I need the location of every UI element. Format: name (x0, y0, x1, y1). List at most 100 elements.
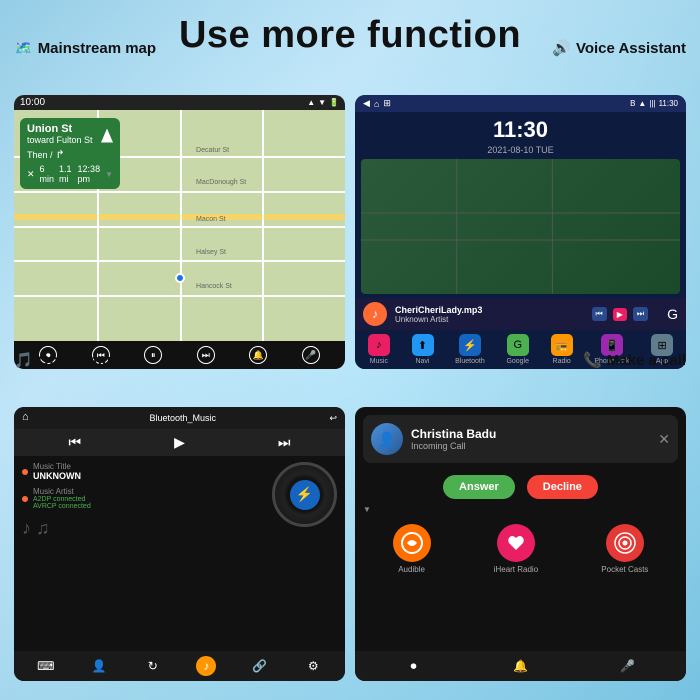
music-back-icon[interactable]: ↩ (329, 413, 337, 424)
call-collapse-bar: ▼ (355, 503, 686, 516)
map-pin (175, 273, 185, 283)
street-label-2: MacDonough St (196, 179, 246, 186)
voice-status-icons: B ▲ ||| 11:30 (630, 99, 678, 108)
nav-arrive: 12:38 pm (78, 164, 101, 184)
music-title-label: Music Title (33, 462, 81, 471)
mini-map-bg (361, 159, 680, 294)
next-track-btn[interactable]: ⏭ (278, 434, 291, 451)
next-btn[interactable]: ⏭ (197, 346, 215, 364)
music-artist-row: Music Artist A2DP connected AVRCP connec… (22, 487, 264, 510)
music-playback-controls: ⏮ ▶ ⏭ (14, 429, 345, 456)
pocket-casts-icon (606, 524, 644, 562)
pocket-casts-app[interactable]: Pocket Casts (601, 524, 648, 574)
nav-chevron[interactable]: ▼ (105, 170, 113, 179)
music-active-icon[interactable]: ♪ (196, 656, 216, 676)
radio-app-icon: 📻 (551, 334, 573, 356)
nav-time-value: 6 min (40, 164, 55, 184)
music-bottom-icons: ⌨ 👤 ↻ ♪ 🔗 ⚙ (14, 651, 345, 681)
signal-icon: ▲ (307, 98, 315, 107)
settings-icon[interactable]: ⚙ (303, 656, 323, 676)
iheart-app[interactable]: iHeart Radio (494, 524, 538, 574)
incoming-call-card: 👤 Christina Badu Incoming Call ✕ (363, 415, 678, 463)
back-icon[interactable]: ◀ (363, 98, 370, 109)
answer-button[interactable]: Answer (443, 475, 515, 499)
bluetooth-app-label: Bluetooth (455, 358, 485, 365)
then-arrow: ↱ (56, 148, 65, 161)
voice-top-bar: ◀ ⌂ ⊞ B ▲ ||| 11:30 (355, 95, 686, 112)
caller-name: Christina Badu (411, 427, 658, 441)
nav-arrow-up (101, 129, 113, 143)
wifi-icon: ▼ (318, 98, 326, 107)
bell-btn[interactable]: 🔔 (249, 346, 267, 364)
navi-app-label: Navi (415, 358, 429, 365)
audible-label: Audible (398, 565, 425, 574)
voice-date: 2021-08-10 TUE (355, 145, 686, 155)
caller-avatar: 👤 (371, 423, 403, 455)
panels-grid: 🗺️ Mainstream map 10:00 ▲ ▼ 🔋 (0, 67, 700, 695)
decline-button[interactable]: Decline (527, 475, 598, 499)
online-music-label: 🎵 Online music (14, 351, 132, 369)
vc-play[interactable]: ▶ (613, 308, 627, 321)
music-title-group: Music Title UNKNOWN (33, 462, 81, 481)
mic-btn[interactable]: 🎤 (302, 346, 320, 364)
nav-distance: 1.1 mi (59, 164, 73, 184)
map-top-bar: 10:00 ▲ ▼ 🔋 (14, 95, 345, 110)
pocket-casts-label: Pocket Casts (601, 565, 648, 574)
music-note: ♪ (363, 302, 387, 326)
voice-music-title: CheriCheriLady.mp3 (395, 305, 482, 315)
voice-music-controls: ⏮ ▶ ⏭ (589, 304, 652, 324)
make-call-panel: 👤 Christina Badu Incoming Call ✕ Answer … (355, 407, 686, 681)
app-google[interactable]: G Google (506, 334, 529, 365)
iheart-icon (497, 524, 535, 562)
keyboard-icon[interactable]: ⌨ (36, 656, 56, 676)
voice-assistant-panel-wrapper: 🔊 Voice Assistant ◀ ⌂ ⊞ B ▲ ||| 11:30 11… (355, 67, 686, 369)
music-source: Bluetooth_Music (149, 413, 216, 423)
wifi-status: ▲ (638, 99, 646, 108)
call-close-btn[interactable]: ✕ (658, 431, 670, 448)
prev-track-btn[interactable]: ⏮ (69, 434, 82, 451)
music-app-label: Music (370, 358, 388, 365)
app-navi[interactable]: ⬆ Navi (412, 334, 434, 365)
voice-music-bar: ♪ CheriCheriLady.mp3 Unknown Artist ⏮ ▶ … (355, 298, 686, 330)
call-record-btn[interactable]: ⏺ (404, 656, 424, 676)
audible-icon (393, 524, 431, 562)
online-music-panel: ⌂ Bluetooth_Music ↩ ⏮ ▶ ⏭ Music Title UN… (14, 407, 345, 681)
voice-nav-icons: ◀ ⌂ ⊞ (363, 98, 391, 109)
person-icon[interactable]: 👤 (89, 656, 109, 676)
music-artist-label: Music Artist (33, 487, 91, 496)
music-body: Music Title UNKNOWN Music Artist A2DP co… (14, 456, 345, 651)
music-app-icon: ♪ (368, 334, 390, 356)
mainstream-map-panel: 10:00 ▲ ▼ 🔋 (14, 95, 345, 369)
collapse-chevron[interactable]: ▼ (363, 505, 371, 514)
street-label-1: Decatur St (196, 147, 229, 154)
map-status-icons: ▲ ▼ 🔋 (307, 98, 339, 107)
artist-dot (22, 496, 28, 502)
vc-next[interactable]: ⏭ (633, 307, 648, 321)
app-radio[interactable]: 📻 Radio (551, 334, 573, 365)
vc-prev[interactable]: ⏮ (592, 307, 607, 321)
battery-icon: 🔋 (329, 98, 339, 107)
bluetooth-status: B (630, 99, 635, 108)
play-btn[interactable]: ▶ (174, 434, 185, 451)
app-bluetooth[interactable]: ⚡ Bluetooth (455, 334, 485, 365)
apps-icon[interactable]: ⊞ (383, 98, 391, 109)
iheart-label: iHeart Radio (494, 565, 538, 574)
music-title-row: Music Title UNKNOWN (22, 462, 264, 481)
refresh-icon[interactable]: ↻ (143, 656, 163, 676)
call-mic-btn[interactable]: 🎤 (618, 656, 638, 676)
street-label-4: Halsey St (196, 249, 226, 256)
voice-assistant-label: 🔊 Voice Assistant (552, 39, 686, 57)
nav-close-btn[interactable]: ✕ (27, 169, 35, 180)
voice-mini-map (361, 159, 680, 294)
audible-app[interactable]: Audible (393, 524, 431, 574)
home-icon[interactable]: ⌂ (374, 99, 379, 109)
map-icon: 🗺️ (14, 39, 33, 57)
app-music[interactable]: ♪ Music (368, 334, 390, 365)
music-home-icon[interactable]: ⌂ (22, 411, 36, 425)
link-icon[interactable]: 🔗 (250, 656, 270, 676)
music-top-bar: ⌂ Bluetooth_Music ↩ (14, 407, 345, 429)
voice-assistant-panel: ◀ ⌂ ⊞ B ▲ ||| 11:30 11:30 2021-08-10 TUE (355, 95, 686, 369)
call-bell-btn[interactable]: 🔔 (511, 656, 531, 676)
pause-btn[interactable]: ⏸ (144, 346, 162, 364)
google-assistant-icon[interactable]: G (667, 306, 678, 322)
